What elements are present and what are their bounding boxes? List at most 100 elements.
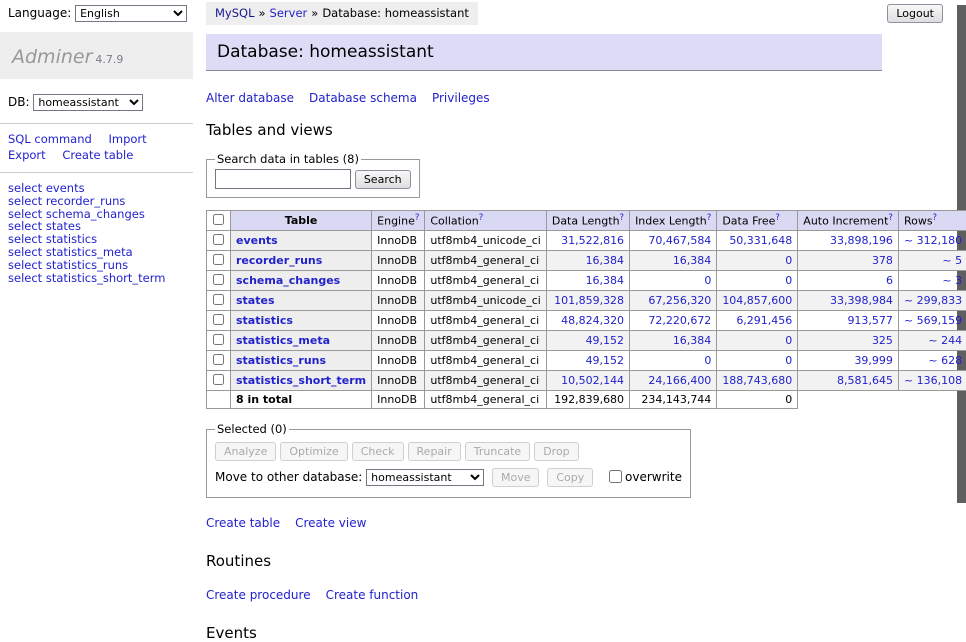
data-length-link[interactable]: 31,522,816	[561, 234, 624, 247]
row-checkbox[interactable]	[213, 254, 224, 265]
export-link[interactable]: Export	[8, 148, 46, 162]
import-link[interactable]: Import	[108, 132, 146, 146]
rows-link[interactable]: ~ 244	[928, 334, 962, 347]
column-help-link[interactable]: ?	[775, 213, 780, 223]
data-length-link[interactable]: 16,384	[586, 254, 625, 267]
overwrite-checkbox[interactable]	[609, 470, 622, 483]
move-label: Move to other database:	[215, 470, 362, 484]
column-help-link[interactable]: ?	[415, 213, 420, 223]
analyze-button[interactable]: Analyze	[215, 442, 276, 461]
sql-command-link[interactable]: SQL command	[8, 132, 92, 146]
tables-heading: Tables and views	[206, 121, 906, 139]
row-checkbox[interactable]	[213, 354, 224, 365]
index-length-link[interactable]: 16,384	[673, 254, 712, 267]
alter-database-link[interactable]: Alter database	[206, 91, 294, 105]
column-help-link[interactable]: ?	[620, 213, 625, 223]
data-length-link[interactable]: 16,384	[586, 274, 625, 287]
column-help-link[interactable]: ?	[933, 213, 938, 223]
rows-link[interactable]: ~ 569,159	[904, 314, 962, 327]
database-schema-link[interactable]: Database schema	[309, 91, 417, 105]
move-button[interactable]: Move	[492, 468, 540, 487]
optimize-button[interactable]: Optimize	[280, 442, 347, 461]
rows-link[interactable]: ~ 5	[942, 254, 962, 267]
index-length-link[interactable]: 16,384	[673, 334, 712, 347]
breadcrumb-server-link[interactable]: Server	[270, 6, 308, 20]
copy-button[interactable]: Copy	[547, 468, 593, 487]
create-table-link[interactable]: Create table	[62, 148, 133, 162]
search-button[interactable]: Search	[355, 170, 411, 189]
data-free-link[interactable]: 0	[785, 334, 792, 347]
data-free-link[interactable]: 188,743,680	[722, 374, 792, 387]
auto-increment-link[interactable]: 6	[886, 274, 893, 287]
table-name-link[interactable]: events	[236, 234, 278, 247]
index-length-link[interactable]: 0	[704, 274, 711, 287]
data-length-link[interactable]: 101,859,328	[554, 294, 624, 307]
data-length-link[interactable]: 10,502,144	[561, 374, 624, 387]
search-input[interactable]	[215, 169, 351, 189]
page-title: Database: homeassistant	[206, 34, 882, 71]
rows-link[interactable]: ~ 136,108	[904, 374, 962, 387]
privileges-link[interactable]: Privileges	[432, 91, 490, 105]
row-checkbox[interactable]	[213, 274, 224, 285]
row-checkbox[interactable]	[213, 314, 224, 325]
data-free-link[interactable]: 50,331,648	[729, 234, 792, 247]
select-all-checkbox[interactable]	[213, 214, 224, 225]
table-name-link[interactable]: states	[236, 294, 275, 307]
data-length-link[interactable]: 49,152	[586, 334, 625, 347]
data-length-link[interactable]: 49,152	[586, 354, 625, 367]
data-free-link[interactable]: 0	[785, 254, 792, 267]
auto-increment-link[interactable]: 39,999	[854, 354, 893, 367]
language-select[interactable]: English	[75, 5, 187, 22]
table-name-link[interactable]: statistics_meta	[236, 334, 330, 347]
row-checkbox[interactable]	[213, 234, 224, 245]
sidebar-select-link[interactable]: select statistics_meta	[8, 246, 185, 259]
column-help-link[interactable]: ?	[888, 213, 893, 223]
create-table-link-bottom[interactable]: Create table	[206, 516, 280, 530]
column-help-link[interactable]: ?	[479, 213, 484, 223]
row-checkbox[interactable]	[213, 334, 224, 345]
data-free-link[interactable]: 0	[785, 354, 792, 367]
table-name-link[interactable]: schema_changes	[236, 274, 340, 287]
table-name-link[interactable]: statistics_short_term	[236, 374, 366, 387]
rows-link[interactable]: ~ 312,180	[904, 234, 962, 247]
db-select[interactable]: homeassistant	[33, 94, 143, 111]
auto-increment-link[interactable]: 33,898,196	[830, 234, 893, 247]
auto-increment-link[interactable]: 325	[872, 334, 893, 347]
check-button[interactable]: Check	[352, 442, 404, 461]
create-procedure-link[interactable]: Create procedure	[206, 588, 311, 602]
data-free-link[interactable]: 0	[785, 274, 792, 287]
index-length-link[interactable]: 67,256,320	[648, 294, 711, 307]
data-free-link[interactable]: 104,857,600	[722, 294, 792, 307]
index-length-link[interactable]: 72,220,672	[648, 314, 711, 327]
truncate-button[interactable]: Truncate	[465, 442, 530, 461]
rows-link[interactable]: ~ 628	[928, 354, 962, 367]
row-checkbox[interactable]	[213, 294, 224, 305]
data-length-link[interactable]: 48,824,320	[561, 314, 624, 327]
rows-link[interactable]: ~ 299,833	[904, 294, 962, 307]
sidebar-select-link[interactable]: select recorder_runs	[8, 195, 185, 208]
sidebar-select-link[interactable]: select events	[8, 182, 185, 195]
index-length-link[interactable]: 0	[704, 354, 711, 367]
drop-button[interactable]: Drop	[534, 442, 578, 461]
auto-increment-link[interactable]: 913,577	[847, 314, 893, 327]
auto-increment-link[interactable]: 33,398,984	[830, 294, 893, 307]
column-help-link[interactable]: ?	[707, 213, 712, 223]
auto-increment-link[interactable]: 8,581,645	[837, 374, 893, 387]
index-length-link[interactable]: 24,166,400	[648, 374, 711, 387]
table-name-link[interactable]: statistics_runs	[236, 354, 326, 367]
create-function-link[interactable]: Create function	[326, 588, 419, 602]
sidebar-select-link[interactable]: select statistics_runs	[8, 259, 185, 272]
row-checkbox[interactable]	[213, 374, 224, 385]
table-name-link[interactable]: recorder_runs	[236, 254, 322, 267]
sidebar-select-link[interactable]: select statistics_short_term	[8, 272, 185, 285]
auto-increment-link[interactable]: 378	[872, 254, 893, 267]
breadcrumb-mysql-link[interactable]: MySQL	[215, 6, 255, 20]
data-free-link[interactable]: 6,291,456	[736, 314, 792, 327]
table-row: statistics_metaInnoDButf8mb4_general_ci4…	[207, 331, 966, 351]
create-view-link[interactable]: Create view	[295, 516, 366, 530]
index-length-link[interactable]: 70,467,584	[648, 234, 711, 247]
table-name-link[interactable]: statistics	[236, 314, 293, 327]
repair-button[interactable]: Repair	[408, 442, 461, 461]
rows-link[interactable]: ~ 3	[942, 274, 962, 287]
move-db-select[interactable]: homeassistant	[366, 469, 484, 486]
